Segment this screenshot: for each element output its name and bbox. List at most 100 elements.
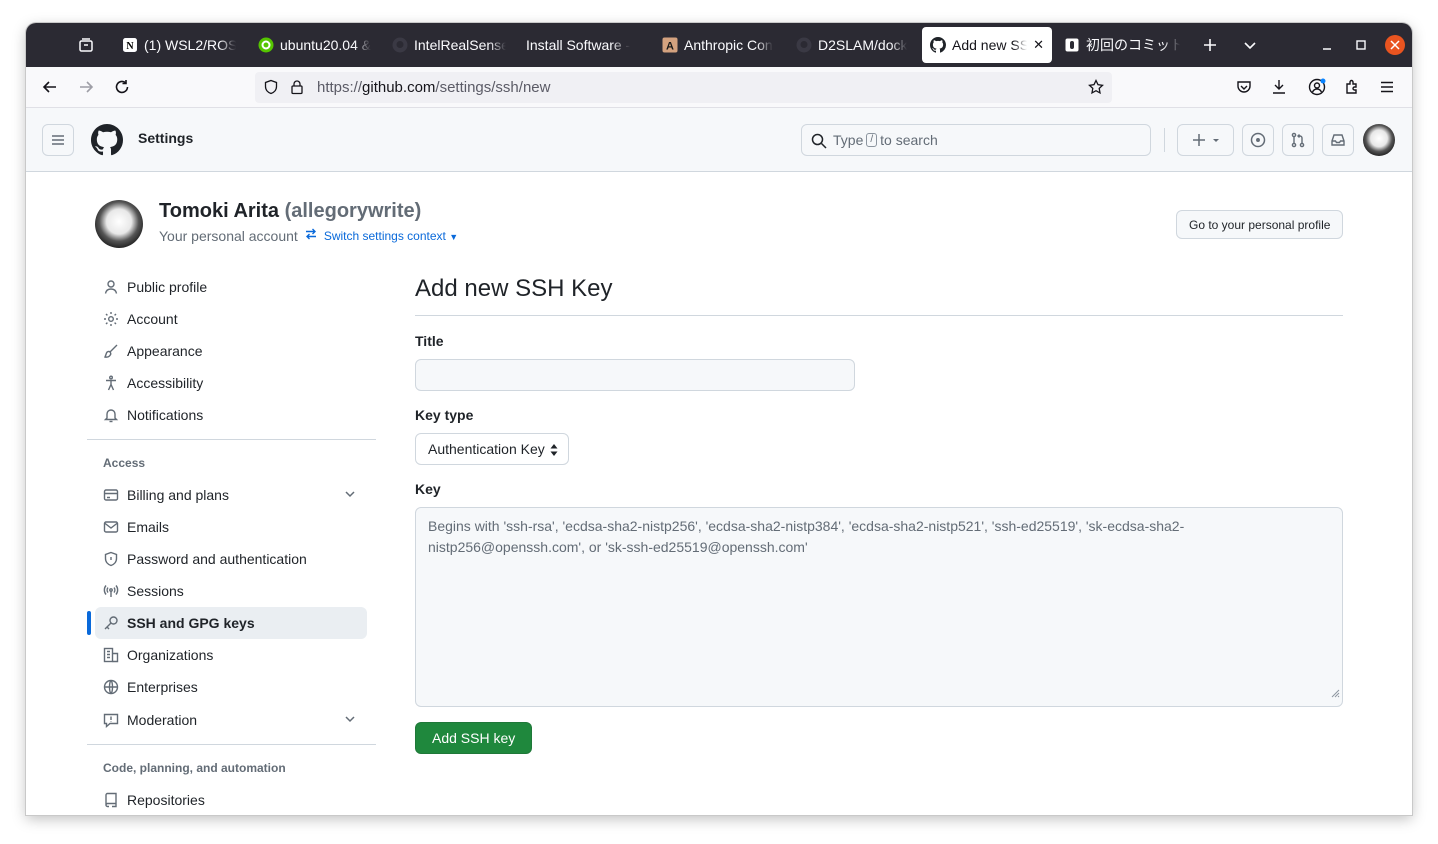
key-placeholder: Begins with 'ssh-rsa', 'ecdsa-sha2-nistp… [428, 518, 1185, 555]
navigation-bar: https://github.com/settings/ssh/new [26, 67, 1412, 108]
browser-tab-8[interactable]: 初回のコミット [1056, 27, 1188, 63]
key-textarea[interactable]: Begins with 'ssh-rsa', 'ecdsa-sha2-nistp… [415, 507, 1343, 707]
url-path: /settings/ssh/new [435, 79, 551, 96]
github-header: Settings Type / to search [26, 108, 1412, 172]
search-input[interactable]: Type / to search [801, 124, 1151, 156]
browser-tab-1[interactable]: N (1) WSL2/ROS [114, 27, 244, 63]
back-arrow-icon[interactable] [40, 77, 60, 97]
pocket-icon[interactable] [1234, 77, 1254, 97]
key-type-select[interactable]: Authentication Key [415, 433, 569, 465]
downloads-icon[interactable] [1269, 77, 1289, 97]
minimize-icon[interactable] [1317, 35, 1337, 55]
app-menu-icon[interactable] [1377, 77, 1397, 97]
sidebar-item-label: Password and authentication [127, 551, 307, 567]
new-tab-icon[interactable] [1200, 35, 1220, 55]
url-text[interactable]: https://github.com/settings/ssh/new [317, 79, 550, 96]
select-arrows-icon [549, 443, 559, 460]
lock-icon[interactable] [289, 79, 305, 100]
issues-button[interactable] [1242, 124, 1274, 156]
profile-name-line: Tomoki Arita (allegorywrite) [159, 200, 421, 223]
browser-tab-5[interactable]: A Anthropic Con [654, 27, 784, 63]
extensions-icon[interactable] [1342, 77, 1362, 97]
profile-name[interactable]: Tomoki Arita [159, 200, 279, 222]
pull-requests-button[interactable] [1282, 124, 1314, 156]
page-title[interactable]: Settings [138, 130, 193, 146]
tab-label: ubuntu20.04 & [280, 37, 372, 53]
heading-divider [415, 315, 1343, 316]
go-to-profile-button[interactable]: Go to your personal profile [1176, 210, 1344, 239]
sidebar-item-moderation[interactable]: Moderation [95, 704, 367, 736]
sidebar-item-accessibility[interactable]: Accessibility [95, 367, 367, 399]
window-close-icon[interactable] [1385, 35, 1405, 55]
tracking-shield-icon[interactable] [263, 79, 279, 100]
person-icon [103, 279, 119, 295]
forward-arrow-icon[interactable] [76, 77, 96, 97]
bookmark-star-icon[interactable] [1088, 78, 1104, 100]
tab-close-icon[interactable]: ✕ [1033, 37, 1044, 53]
bell-icon [103, 407, 119, 423]
browser-tab-3[interactable]: IntelRealSense [384, 27, 514, 63]
maximize-icon[interactable] [1351, 35, 1371, 55]
account-icon[interactable] [1307, 77, 1327, 97]
browser-tab-2[interactable]: ubuntu20.04 & [250, 27, 380, 63]
add-ssh-key-button[interactable]: Add SSH key [415, 722, 533, 754]
avatar[interactable] [1363, 124, 1395, 156]
github-icon [392, 37, 408, 53]
qiita-icon [258, 37, 274, 53]
url-prefix: https:// [317, 79, 363, 96]
sidebar-item-label: Appearance [127, 343, 203, 359]
reload-icon[interactable] [112, 77, 132, 97]
browser-tab-6[interactable]: D2SLAM/dock [788, 27, 918, 63]
sidebar-item-repositories[interactable]: Repositories [95, 784, 367, 815]
chevron-down-icon[interactable] [343, 487, 357, 504]
sidebar-item-public-profile[interactable]: Public profile [95, 271, 367, 303]
notion-icon: N [122, 37, 138, 53]
sidebar-item-account[interactable]: Account [95, 303, 367, 335]
inbox-button[interactable] [1322, 124, 1354, 156]
sidebar-item-ssh-gpg-keys[interactable]: SSH and GPG keys [95, 607, 367, 639]
sidebar-item-enterprises[interactable]: Enterprises [95, 671, 367, 703]
key-type-value: Authentication Key [428, 441, 545, 457]
sidebar-item-label: Account [127, 311, 178, 327]
url-bar[interactable]: https://github.com/settings/ssh/new [255, 72, 1112, 103]
title-field[interactable] [415, 359, 855, 391]
sidebar-item-appearance[interactable]: Appearance [95, 335, 367, 367]
github-logo-icon[interactable] [91, 124, 123, 161]
profile-handle[interactable]: (allegorywrite) [285, 200, 422, 222]
sidebar-item-billing[interactable]: Billing and plans [95, 479, 367, 511]
browser-tab-4[interactable]: Install Software - [518, 27, 644, 63]
triangle-down-icon: ▼ [449, 231, 459, 242]
switch-arrows-icon [304, 227, 318, 244]
search-shortcut-key: / [866, 133, 878, 147]
resize-handle-icon[interactable] [1330, 683, 1340, 704]
account-label: Your personal account [159, 227, 298, 244]
browser-tab-active[interactable]: Add new SS ✕ [922, 27, 1052, 63]
sidebar-divider [87, 439, 376, 440]
switch-settings-context-link[interactable]: Switch settings context ▼ [324, 229, 458, 243]
report-icon [103, 712, 119, 728]
sidebar-item-notifications[interactable]: Notifications [95, 399, 367, 431]
sidebar-item-label: Sessions [127, 583, 184, 599]
sidebar-item-sessions[interactable]: Sessions [95, 575, 367, 607]
sidebar-item-label: Moderation [127, 712, 198, 728]
github-icon [796, 37, 812, 53]
create-new-button[interactable] [1177, 124, 1234, 156]
sidebar-item-emails[interactable]: Emails [95, 511, 367, 543]
gear-icon [103, 311, 119, 327]
sidebar-item-label: Organizations [127, 647, 214, 663]
chevron-down-icon[interactable] [343, 712, 357, 729]
sidebar-item-password[interactable]: Password and authentication [95, 543, 367, 575]
tab-label: (1) WSL2/ROS [144, 37, 236, 53]
tab-label: Add new SS [952, 37, 1028, 53]
accessibility-icon [103, 375, 119, 391]
sidebar-item-organizations[interactable]: Organizations [95, 639, 367, 671]
tab-label: D2SLAM/dock [818, 37, 908, 53]
search-placeholder: Type / to search [833, 132, 938, 148]
sidebar-heading-access: Access [103, 456, 146, 470]
tab-label: Install Software - [526, 37, 631, 53]
hamburger-menu-button[interactable] [42, 124, 74, 156]
tab-list-chevron-icon[interactable] [1240, 35, 1260, 55]
globe-icon [103, 679, 119, 695]
search-placeholder-post: to search [880, 132, 938, 148]
tab-overview-icon[interactable] [76, 35, 96, 55]
